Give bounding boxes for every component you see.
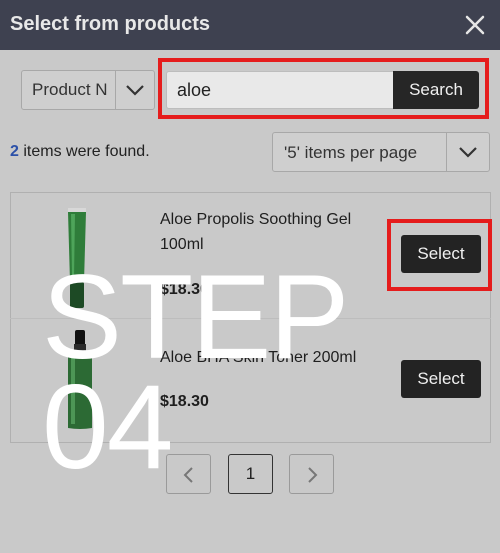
dialog-title-bar: Select from products — [0, 0, 500, 50]
chevron-down-icon[interactable] — [125, 81, 145, 99]
product-thumbnail-toner[interactable] — [63, 330, 97, 435]
row-divider — [10, 318, 491, 319]
search-highlight-box — [158, 58, 489, 119]
items-per-page-label: '5' items per page — [284, 143, 418, 162]
results-count: 2 — [10, 143, 19, 160]
chevron-right-icon — [308, 467, 318, 483]
pagination-prev-button[interactable] — [166, 454, 211, 494]
pagination-next-button[interactable] — [289, 454, 334, 494]
product-name[interactable]: Aloe BHA Skin Toner 200ml — [160, 345, 375, 370]
product-price: $18.30 — [160, 281, 209, 298]
search-category-select[interactable]: Product N — [21, 70, 155, 110]
dropdown-divider — [446, 133, 447, 171]
close-icon[interactable] — [460, 10, 490, 40]
select-product-button[interactable]: Select — [401, 360, 481, 398]
dropdown-divider — [115, 71, 116, 109]
search-category-label: Product N — [32, 80, 108, 99]
chevron-left-icon — [183, 467, 193, 483]
pagination-page-button[interactable]: 1 — [228, 454, 273, 494]
chevron-down-icon[interactable] — [457, 143, 479, 161]
results-count-suffix: items were found. — [18, 143, 150, 160]
dialog-title: Select from products — [10, 13, 211, 35]
product-price: $18.30 — [160, 393, 209, 410]
items-per-page-select[interactable]: '5' items per page — [272, 132, 490, 172]
product-name[interactable]: Aloe Propolis Soothing Gel 100ml — [160, 207, 375, 257]
results-count-text: 2 items were found. — [10, 143, 150, 161]
product-thumbnail-gel[interactable] — [62, 208, 92, 313]
select-highlight-box — [387, 219, 492, 291]
